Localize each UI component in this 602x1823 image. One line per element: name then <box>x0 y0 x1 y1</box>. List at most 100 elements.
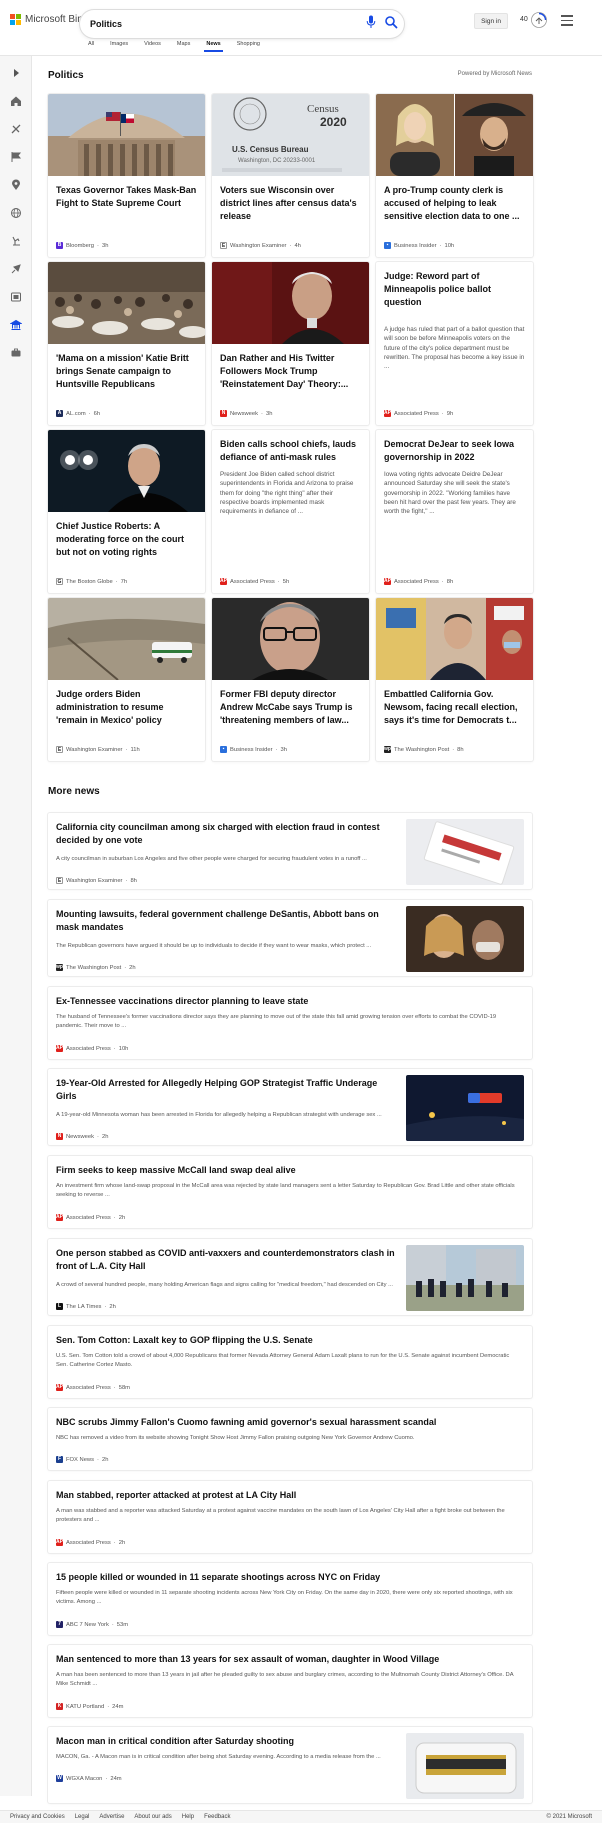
news-card[interactable]: Democrat DeJear to seek Iowa governorshi… <box>376 430 533 593</box>
source-logo-icon: AP <box>384 578 391 585</box>
card-source: G The Boston Globe · 7h <box>56 578 128 585</box>
publish-time: 3h <box>265 410 273 417</box>
rewards-icon[interactable] <box>530 11 548 29</box>
expand-icon[interactable] <box>10 66 22 78</box>
card-headline[interactable]: Texas Governor Takes Mask-Ban Fight to S… <box>56 184 197 210</box>
microphone-icon[interactable] <box>366 15 376 29</box>
card-headline[interactable]: Voters sue Wisconsin over district lines… <box>220 184 361 223</box>
news-list-item[interactable]: NBC scrubs Jimmy Fallon's Cuomo fawning … <box>48 1408 532 1470</box>
politics-icon[interactable] <box>9 318 23 330</box>
news-list-item[interactable]: Macon man in critical condition after Sa… <box>48 1727 532 1803</box>
entertainment-icon[interactable] <box>10 290 22 302</box>
news-thumbnail <box>406 1075 524 1141</box>
us-flag-icon[interactable] <box>10 150 22 162</box>
tab-images[interactable]: Images <box>102 40 136 52</box>
search-input[interactable] <box>90 15 340 33</box>
tab-shopping[interactable]: Shopping <box>229 40 268 52</box>
news-headline[interactable]: NBC scrubs Jimmy Fallon's Cuomo fawning … <box>56 1416 516 1429</box>
footer-link-privacy[interactable]: Privacy and Cookies <box>10 1814 65 1820</box>
footer-link-help[interactable]: Help <box>182 1814 194 1820</box>
source-name: Associated Press <box>66 1384 111 1391</box>
news-card[interactable]: Chief Justice Roberts: A moderating forc… <box>48 430 205 593</box>
news-headline[interactable]: 19-Year-Old Arrested for Allegedly Helpi… <box>56 1077 396 1103</box>
source-name: Business Insider <box>394 242 437 249</box>
world-icon[interactable] <box>10 206 22 218</box>
footer-link-feedback[interactable]: Feedback <box>204 1814 230 1820</box>
news-list-item[interactable]: 19-Year-Old Arrested for Allegedly Helpi… <box>48 1069 532 1145</box>
card-headline[interactable]: Former FBI deputy director Andrew McCabe… <box>220 688 361 727</box>
news-headline[interactable]: Sen. Tom Cotton: Laxalt key to GOP flipp… <box>56 1334 516 1347</box>
news-headline[interactable]: California city councilman among six cha… <box>56 821 396 847</box>
card-headline[interactable]: Judge: Reword part of Minneapolis police… <box>384 270 525 309</box>
news-card[interactable]: Biden calls school chiefs, lauds defianc… <box>212 430 369 593</box>
footer-link-legal[interactable]: Legal <box>75 1814 90 1820</box>
news-card[interactable]: 'Mama on a mission' Katie Britt brings S… <box>48 262 205 425</box>
local-icon[interactable] <box>10 178 22 190</box>
news-headline[interactable]: Macon man in critical condition after Sa… <box>56 1735 396 1748</box>
news-headline[interactable]: 15 people killed or wounded in 11 separa… <box>56 1571 516 1584</box>
publish-time: 2h <box>118 1539 126 1546</box>
powered-by-label[interactable]: Powered by Microsoft News <box>458 71 532 77</box>
publish-time: 5h <box>282 578 290 585</box>
news-list-item[interactable]: 15 people killed or wounded in 11 separa… <box>48 1563 532 1635</box>
card-headline[interactable]: 'Mama on a mission' Katie Britt brings S… <box>56 352 197 391</box>
search-icon[interactable] <box>384 15 398 29</box>
card-headline[interactable]: A pro-Trump county clerk is accused of h… <box>384 184 525 223</box>
news-headline[interactable]: Ex-Tennessee vaccinations director plann… <box>56 995 516 1008</box>
news-list-item[interactable]: Mounting lawsuits, federal government ch… <box>48 900 532 976</box>
news-card[interactable]: Census 2020 U.S. Census Bureau Washingto… <box>212 94 369 257</box>
source-name: Associated Press <box>230 578 275 585</box>
source-name: The Washington Post <box>394 746 450 753</box>
news-headline[interactable]: Mounting lawsuits, federal government ch… <box>56 908 396 934</box>
news-headline[interactable]: Man sentenced to more than 13 years for … <box>56 1653 516 1666</box>
news-list-item[interactable]: Man sentenced to more than 13 years for … <box>48 1645 532 1717</box>
card-headline[interactable]: Judge orders Biden administration to res… <box>56 688 197 727</box>
news-card[interactable]: A pro-Trump county clerk is accused of h… <box>376 94 533 257</box>
source-logo-icon: F <box>56 1456 63 1463</box>
news-headline[interactable]: One person stabbed as COVID anti-vaxxers… <box>56 1247 396 1273</box>
news-list-item[interactable]: Sen. Tom Cotton: Laxalt key to GOP flipp… <box>48 1326 532 1398</box>
footer-link-about-ads[interactable]: About our ads <box>134 1814 171 1820</box>
card-headline[interactable]: Dan Rather and His Twitter Followers Moc… <box>220 352 361 391</box>
card-headline[interactable]: Chief Justice Roberts: A moderating forc… <box>56 520 197 559</box>
sign-in-button[interactable]: Sign in <box>474 13 508 29</box>
card-headline[interactable]: Democrat DeJear to seek Iowa governorshi… <box>384 438 525 464</box>
source-name: Associated Press <box>66 1045 111 1052</box>
tab-news[interactable]: News <box>198 40 228 52</box>
news-card[interactable]: Judge orders Biden administration to res… <box>48 598 205 761</box>
news-list-item[interactable]: Firm seeks to keep massive McCall land s… <box>48 1156 532 1228</box>
card-image <box>212 598 369 680</box>
news-snippet: A crowd of several hundred people, many … <box>56 1282 393 1288</box>
tab-all[interactable]: All <box>80 40 102 52</box>
technology-icon[interactable] <box>10 262 22 274</box>
news-headline[interactable]: Man stabbed, reporter attacked at protes… <box>56 1489 516 1502</box>
news-card[interactable]: Judge: Reword part of Minneapolis police… <box>376 262 533 425</box>
news-list-item[interactable]: Man stabbed, reporter attacked at protes… <box>48 1481 532 1553</box>
bing-logo[interactable]: Microsoft Bing <box>10 14 88 25</box>
news-card[interactable]: Dan Rather and His Twitter Followers Moc… <box>212 262 369 425</box>
tab-maps[interactable]: Maps <box>169 40 198 52</box>
sports-icon[interactable] <box>10 122 22 134</box>
news-snippet: A man has been sentenced to more than 13… <box>56 1672 514 1687</box>
news-card[interactable]: Texas Governor Takes Mask-Ban Fight to S… <box>48 94 205 257</box>
science-icon[interactable] <box>10 234 22 246</box>
publish-time: 2h <box>109 1303 116 1310</box>
news-headline[interactable]: Firm seeks to keep massive McCall land s… <box>56 1164 516 1177</box>
card-image <box>48 94 205 176</box>
search-box[interactable] <box>80 10 404 38</box>
card-headline[interactable]: Embattled California Gov. Newsom, facing… <box>384 688 525 727</box>
rewards-points[interactable]: 40 <box>520 16 528 23</box>
home-icon[interactable] <box>10 94 22 106</box>
source-logo-icon: 7 <box>56 1621 63 1628</box>
tab-videos[interactable]: Videos <box>136 40 169 52</box>
news-source: F FOX News · 2h <box>56 1456 109 1463</box>
news-list-item[interactable]: One person stabbed as COVID anti-vaxxers… <box>48 1239 532 1315</box>
menu-icon[interactable] <box>561 15 573 26</box>
news-card[interactable]: Embattled California Gov. Newsom, facing… <box>376 598 533 761</box>
footer-link-advertise[interactable]: Advertise <box>99 1814 124 1820</box>
news-card[interactable]: Former FBI deputy director Andrew McCabe… <box>212 598 369 761</box>
card-headline[interactable]: Biden calls school chiefs, lauds defianc… <box>220 438 361 464</box>
news-list-item[interactable]: California city councilman among six cha… <box>48 813 532 889</box>
news-list-item[interactable]: Ex-Tennessee vaccinations director plann… <box>48 987 532 1059</box>
business-icon[interactable] <box>10 346 22 358</box>
